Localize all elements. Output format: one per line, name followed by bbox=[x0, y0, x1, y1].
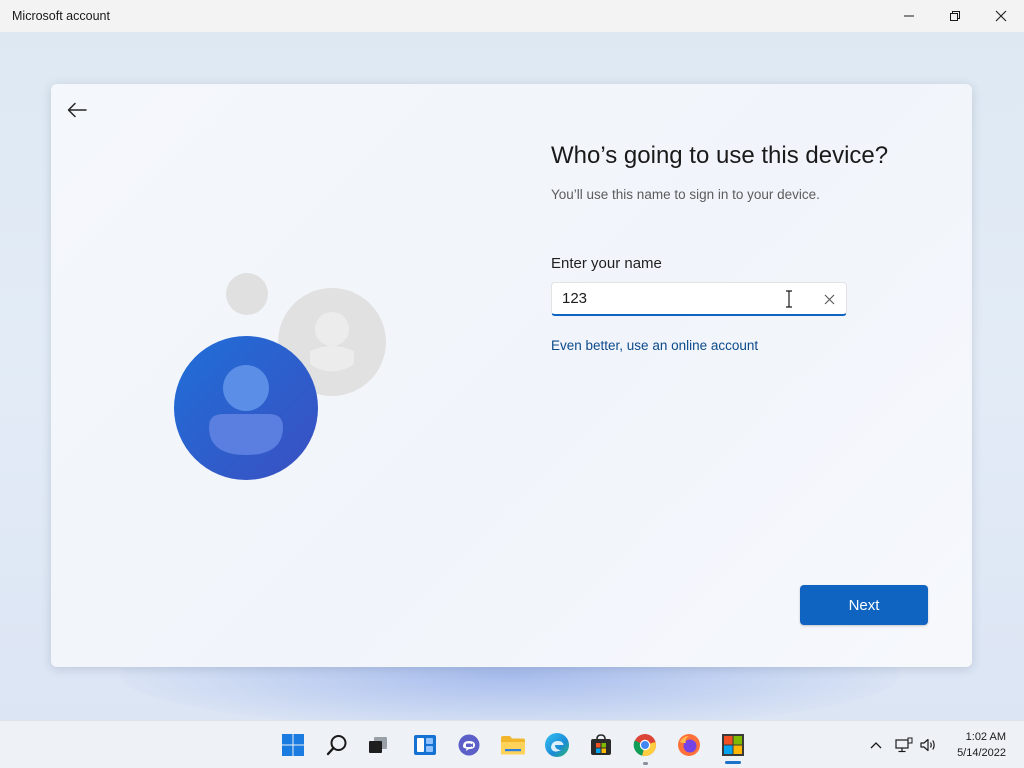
widgets-button[interactable] bbox=[411, 731, 439, 759]
window-title: Microsoft account bbox=[12, 9, 110, 23]
restore-button[interactable] bbox=[932, 0, 978, 32]
folder-icon bbox=[501, 736, 525, 755]
edge-button[interactable] bbox=[543, 731, 571, 759]
minimize-icon bbox=[904, 15, 914, 17]
file-explorer-button[interactable] bbox=[499, 731, 527, 759]
chevron-up-icon bbox=[870, 742, 882, 749]
name-input[interactable] bbox=[552, 284, 802, 313]
widgets-icon bbox=[414, 735, 436, 755]
online-account-link[interactable]: Even better, use an online account bbox=[551, 338, 758, 353]
text-cursor-icon bbox=[786, 290, 792, 308]
network-button[interactable] bbox=[894, 735, 914, 755]
page-subtitle: You’ll use this name to sign in to your … bbox=[551, 187, 820, 202]
name-label: Enter your name bbox=[551, 255, 662, 272]
restore-icon bbox=[950, 11, 960, 21]
chrome-icon bbox=[633, 734, 656, 756]
window-controls bbox=[886, 0, 1024, 32]
setup-card: Who’s going to use this device? You’ll u… bbox=[51, 84, 972, 667]
minimize-button[interactable] bbox=[886, 0, 932, 32]
back-button[interactable] bbox=[65, 98, 89, 122]
back-arrow-icon bbox=[67, 102, 87, 118]
store-button[interactable] bbox=[587, 731, 615, 759]
close-icon bbox=[995, 10, 1007, 22]
clear-icon bbox=[824, 294, 834, 304]
edge-browser-icon bbox=[545, 733, 569, 757]
task-view-icon bbox=[369, 737, 387, 753]
next-button[interactable]: Next bbox=[800, 585, 928, 625]
microsoft-logo-icon bbox=[722, 734, 744, 756]
active-app-indicator bbox=[725, 761, 741, 764]
task-view-button[interactable] bbox=[364, 731, 392, 759]
firefox-button[interactable] bbox=[675, 731, 703, 759]
chat-button[interactable] bbox=[455, 731, 483, 759]
search-button[interactable] bbox=[323, 731, 351, 759]
clear-button[interactable] bbox=[820, 290, 838, 308]
clock-date: 5/14/2022 bbox=[957, 747, 1006, 759]
title-bar: Microsoft account bbox=[0, 0, 1024, 32]
store-bag-icon bbox=[591, 734, 611, 755]
running-indicator bbox=[643, 762, 648, 765]
network-icon bbox=[895, 737, 913, 753]
page-title: Who’s going to use this device? bbox=[551, 142, 889, 169]
windows-start-icon bbox=[282, 734, 304, 756]
search-icon bbox=[326, 735, 347, 756]
start-button[interactable] bbox=[279, 731, 307, 759]
show-hidden-icons-button[interactable] bbox=[866, 735, 886, 755]
clock-time: 1:02 AM bbox=[965, 731, 1006, 743]
volume-button[interactable] bbox=[918, 735, 938, 755]
clock[interactable]: 1:02 AM 5/14/2022 bbox=[957, 729, 1006, 761]
close-button[interactable] bbox=[978, 0, 1024, 32]
name-field[interactable] bbox=[551, 282, 847, 316]
chrome-button[interactable] bbox=[631, 731, 659, 759]
users-illustration bbox=[174, 273, 386, 480]
taskbar: 1:02 AM 5/14/2022 bbox=[0, 720, 1024, 768]
oobe-app-button[interactable] bbox=[719, 731, 747, 759]
speaker-icon bbox=[920, 738, 935, 752]
teams-chat-icon bbox=[458, 734, 480, 756]
firefox-icon bbox=[678, 734, 700, 756]
